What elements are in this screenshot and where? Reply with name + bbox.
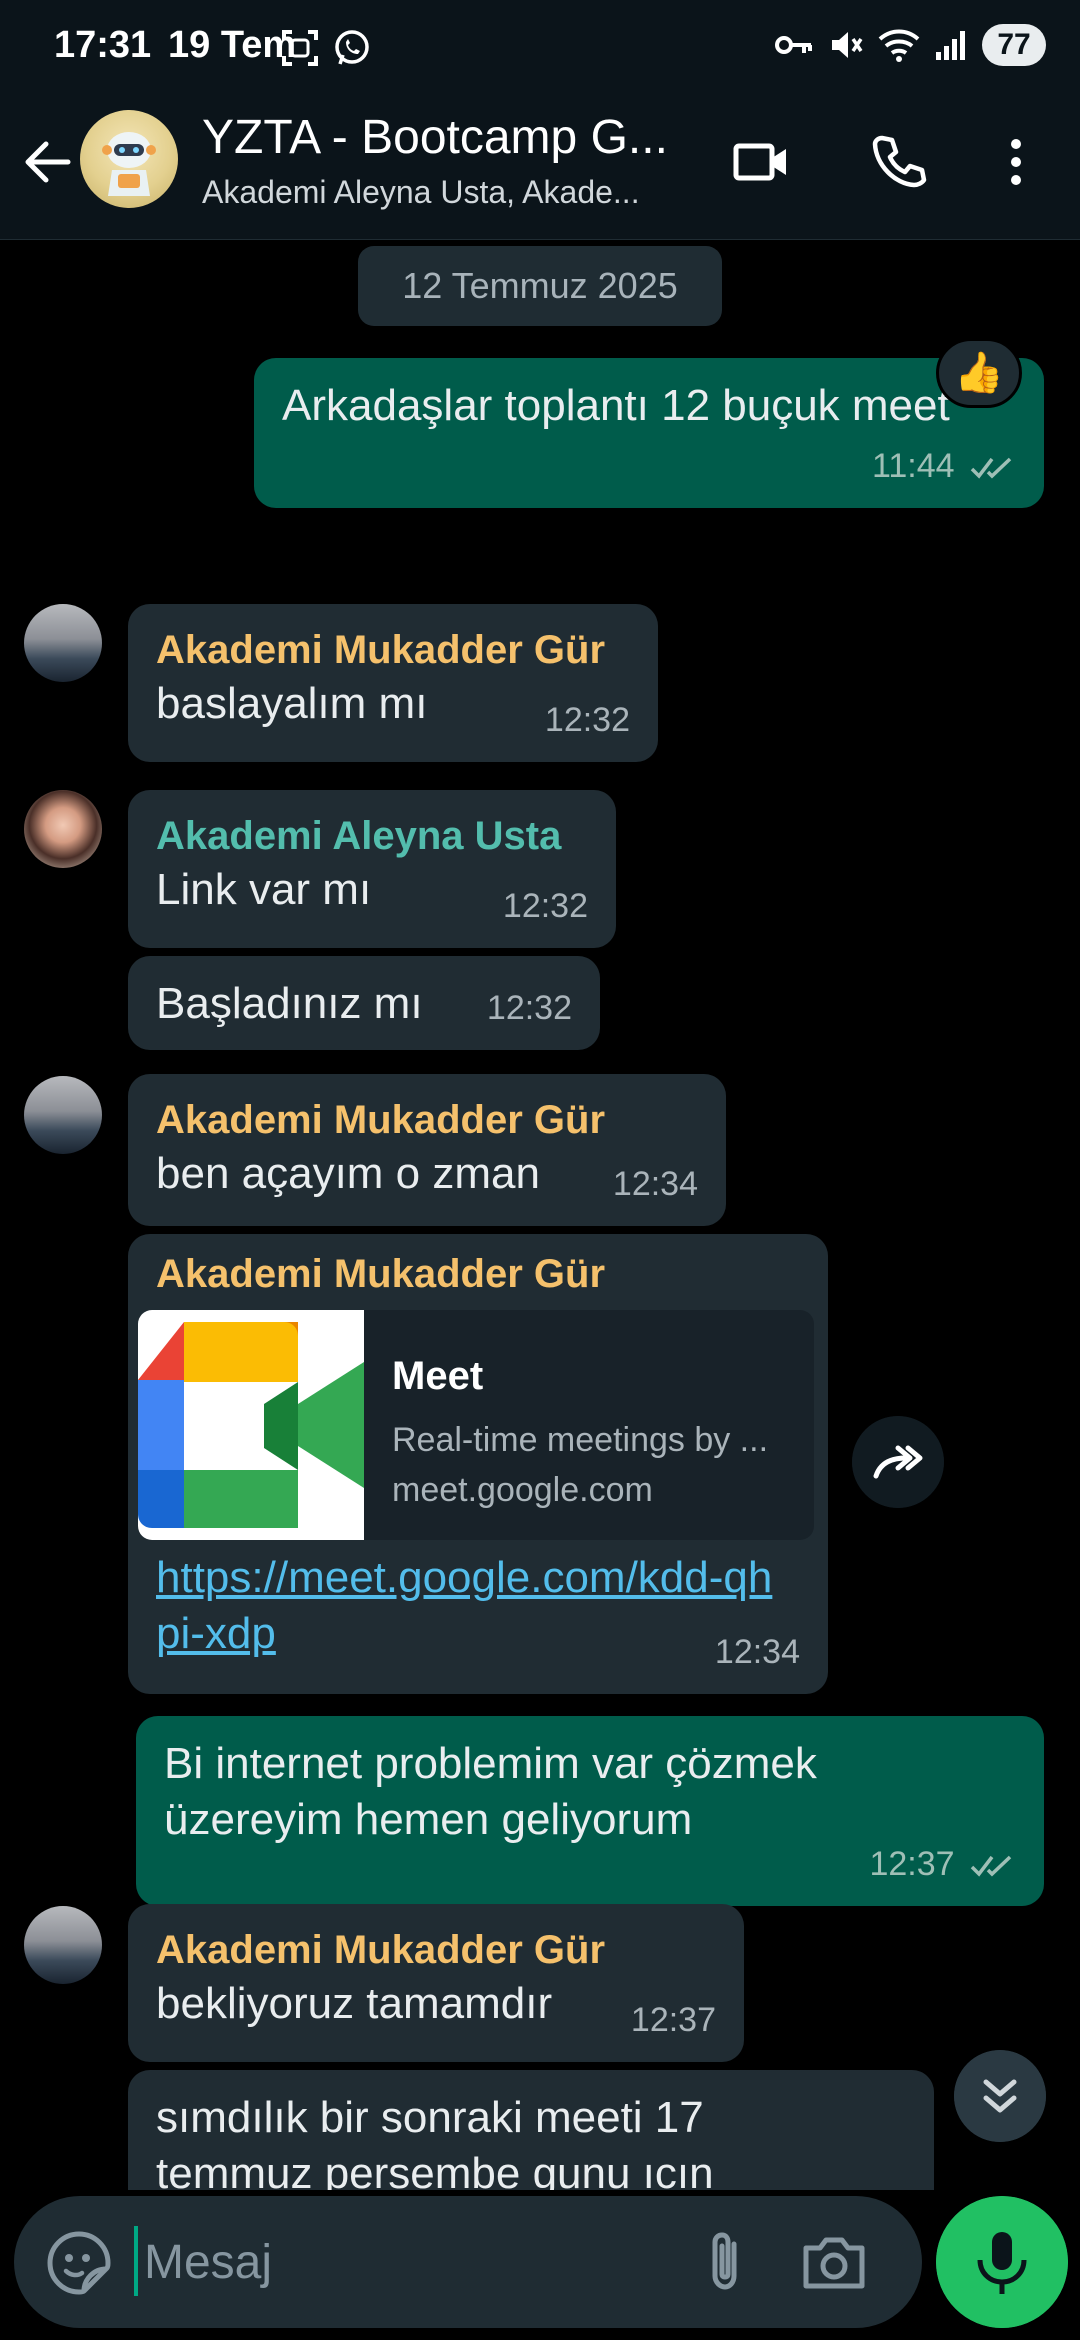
wifi-icon	[878, 29, 920, 62]
meet-logo	[138, 1310, 364, 1540]
video-call-icon[interactable]	[730, 130, 794, 194]
sender-name: Akademi Mukadder Gür	[156, 1928, 606, 1972]
avatar-mukadder[interactable]	[24, 604, 102, 682]
message-incoming[interactable]: Akademi Mukadder Gür bekliyoruz tamamdır…	[128, 1904, 744, 2062]
message-input[interactable]	[144, 2222, 664, 2302]
sender-name: Akademi Mukadder Gür	[156, 628, 606, 672]
double-check-icon	[970, 457, 1012, 479]
camera-icon[interactable]	[798, 2226, 870, 2298]
sticker-icon[interactable]	[44, 2228, 114, 2298]
sender-name: Akademi Aleyna Usta	[156, 814, 562, 858]
status-bar: 17:31 19 Tem 77	[0, 0, 1080, 96]
sender-name: Akademi Mukadder Gür	[156, 1252, 606, 1296]
double-check-icon	[970, 1855, 1012, 1877]
message-incoming[interactable]: Başladınız mı 12:32	[128, 956, 600, 1050]
message-text: Bi internet problemim var çözmek üzereyi…	[164, 1739, 817, 1844]
forward-icon[interactable]	[852, 1416, 944, 1508]
avatar-mukadder[interactable]	[24, 1906, 102, 1984]
screenshot-icon	[282, 30, 318, 66]
back-arrow-icon[interactable]	[18, 132, 78, 192]
message-time: 12:37	[630, 2001, 716, 2039]
message-time: 12:32	[486, 989, 572, 1027]
link-description: Real-time meetings by ...	[392, 1421, 769, 1459]
signal-icon	[936, 31, 965, 60]
avatar-aleyna[interactable]	[24, 790, 102, 868]
notification-icons	[280, 28, 372, 68]
message-time: 12:37	[869, 1845, 955, 1883]
message-meta: 11:44	[872, 438, 1016, 494]
message-incoming[interactable]: Akademi Mukadder Gür ben açayım o zman 1…	[128, 1074, 726, 1226]
robot-icon	[102, 132, 156, 196]
status-date: 19 Tem	[168, 24, 297, 66]
scroll-down-icon[interactable]	[954, 2050, 1046, 2142]
message-text: Arkadaşlar toplantı 12 buçuk meet	[282, 381, 950, 430]
text-caret	[134, 2226, 138, 2296]
link-domain: meet.google.com	[392, 1471, 653, 1509]
message-meta: 12:37	[869, 1836, 1016, 1892]
chat-area[interactable]: 12 Temmuz 2025 Arkadaşlar toplantı 12 bu…	[0, 240, 1080, 2190]
group-name[interactable]: YZTA - Bootcamp G...	[202, 110, 702, 165]
sender-name: Akademi Mukadder Gür	[156, 1098, 606, 1142]
group-avatar[interactable]	[80, 110, 178, 208]
attach-icon[interactable]	[690, 2226, 760, 2296]
mic-icon[interactable]	[936, 2196, 1068, 2328]
message-composer	[14, 2196, 922, 2328]
message-text: sımdılık bir sonraki meeti 17 temmuz per…	[156, 2093, 714, 2190]
message-outgoing[interactable]: Bi internet problemim var çözmek üzereyi…	[136, 1716, 1044, 1906]
avatar-mukadder[interactable]	[24, 1076, 102, 1154]
whatsapp-icon	[335, 30, 369, 65]
mute-icon	[832, 32, 863, 58]
reaction-badge[interactable]: 👍	[936, 338, 1022, 408]
status-time: 17:31	[54, 24, 152, 66]
message-time: 12:32	[544, 701, 630, 739]
message-time: 12:34	[612, 1165, 698, 1203]
chat-header: YZTA - Bootcamp G... Akademi Aleyna Usta…	[0, 96, 1080, 240]
system-icons: 77	[774, 24, 1046, 66]
message-time: 11:44	[871, 447, 955, 485]
message-incoming[interactable]: Akademi Mukadder Gür baslayalım mı 12:32	[128, 604, 658, 762]
message-time: 12:34	[714, 1633, 800, 1671]
phone-call-icon[interactable]	[866, 130, 930, 194]
google-meet-icon	[138, 1322, 364, 1528]
group-members[interactable]: Akademi Aleyna Usta, Akade...	[202, 174, 702, 211]
battery-indicator: 77	[982, 24, 1046, 66]
link-title: Meet	[392, 1354, 484, 1398]
message-link-preview[interactable]: Akademi Mukadder Gür Meet Real-time meet…	[128, 1234, 828, 1694]
message-time: 12:32	[502, 887, 588, 925]
message-incoming[interactable]: Akademi Aleyna Usta Link var mı 12:32	[128, 790, 616, 948]
link-preview-card[interactable]: Meet Real-time meetings by ... meet.goog…	[138, 1310, 814, 1540]
more-options-icon[interactable]	[984, 130, 1048, 194]
message-outgoing[interactable]: Arkadaşlar toplantı 12 buçuk meet 11:44	[254, 358, 1044, 508]
vpn-key-icon	[775, 36, 812, 54]
date-chip: 12 Temmuz 2025	[358, 246, 722, 326]
message-incoming[interactable]: sımdılık bir sonraki meeti 17 temmuz per…	[128, 2070, 934, 2190]
meet-link[interactable]: https://meet.google.com/kdd-qhpi-xdp	[156, 1550, 796, 1662]
